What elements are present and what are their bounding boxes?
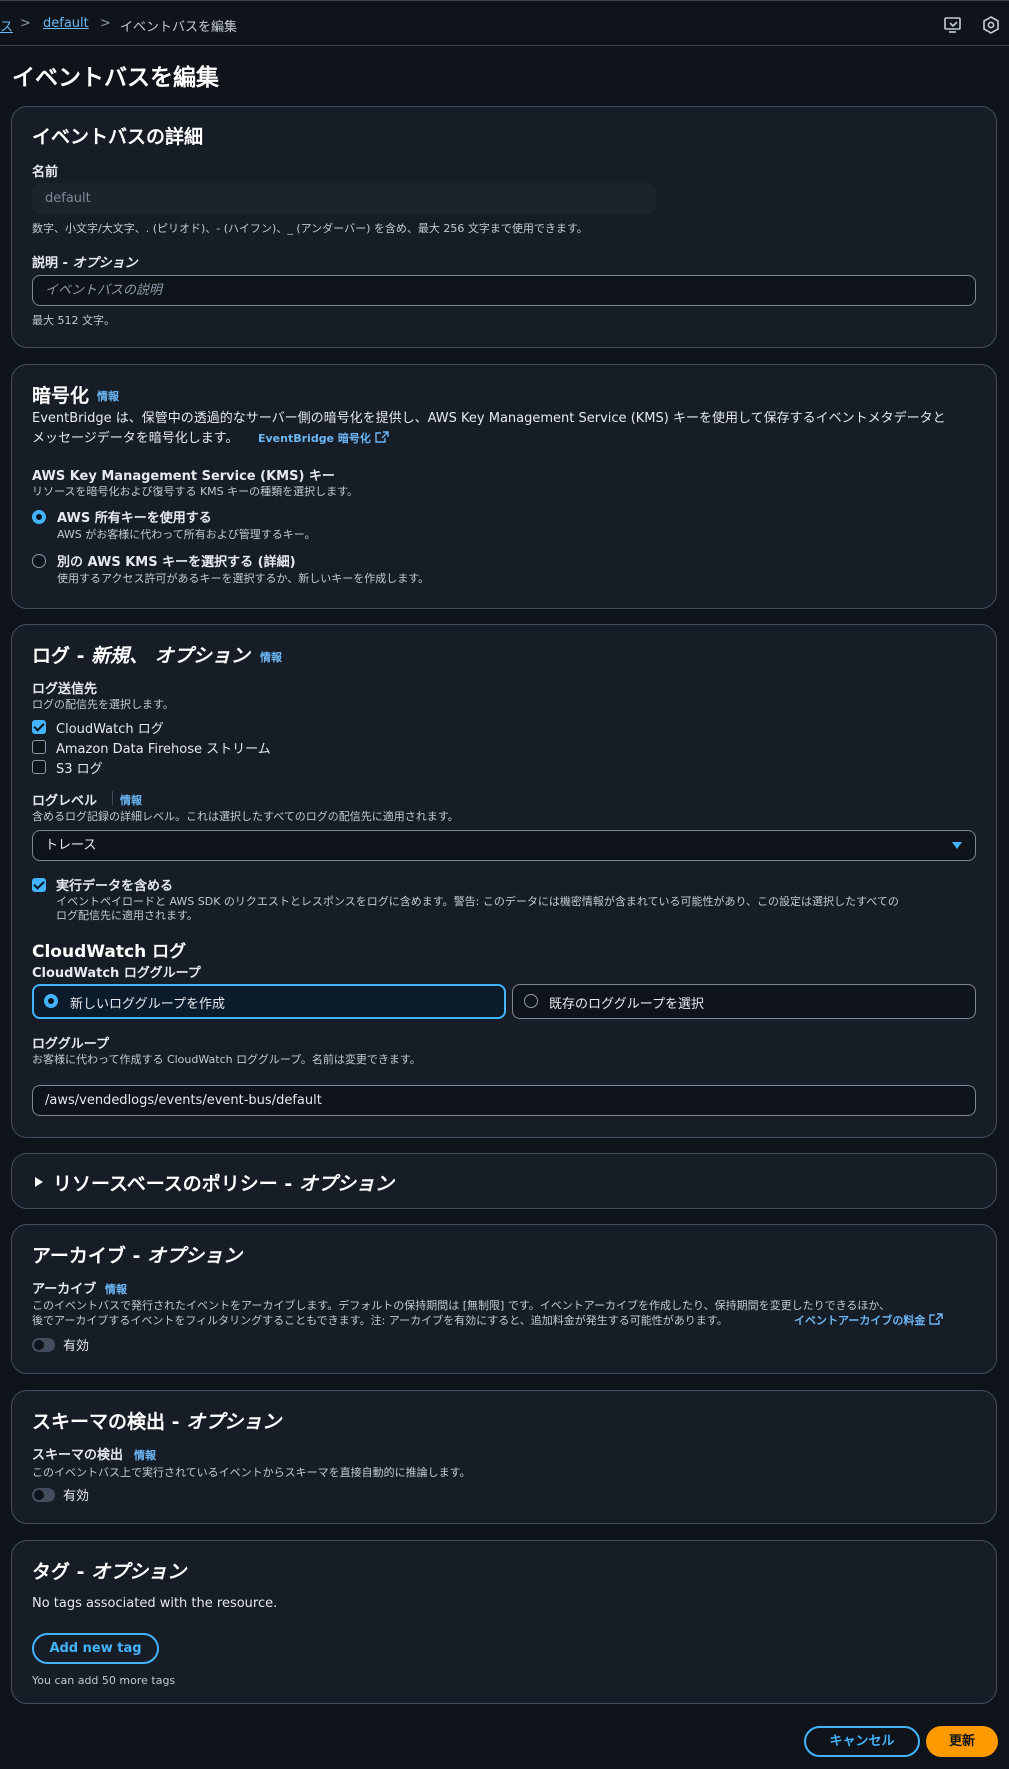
schema-discovery-panel: スキーマの検出 - オプション スキーマの検出 情報 このイベントバス上で実行さ… xyxy=(11,1390,997,1524)
archive-desc-line1: このイベントバスで発行されたイベントをアーカイブします。デフォルトの保持期間は … xyxy=(32,1299,891,1312)
archive-panel: アーカイブ - オプション アーカイブ 情報 このイベントバスで発行されたイベン… xyxy=(11,1224,997,1374)
tags-empty-text: No tags associated with the resource. xyxy=(32,1596,278,1611)
log-group-name-input[interactable]: /aws/vendedlogs/events/event-bus/default xyxy=(32,1085,976,1116)
encryption-title: 暗号化 xyxy=(32,385,90,407)
aws-owned-key-radio[interactable] xyxy=(32,510,46,524)
name-label: 名前 xyxy=(32,165,59,180)
encryption-panel: 暗号化 情報 EventBridge は、保管中の透過的なサーバー側の暗号化を提… xyxy=(11,364,997,609)
schema-enabled-label: 有効 xyxy=(63,1489,90,1504)
tags-title: タグ - オプション xyxy=(32,1561,187,1583)
divider xyxy=(112,791,113,805)
settings-hex-icon[interactable] xyxy=(981,15,1001,35)
name-hint: 数字、小文字/大文字、. (ピリオド)、- (ハイフン)、_ (アンダーバー) … xyxy=(32,222,588,235)
page-title: イベントバスを編集 xyxy=(12,65,219,91)
customer-kms-key-desc: 使用するアクセス許可があるキーを選択するか、新しいキーを作成します。 xyxy=(57,572,430,585)
breadcrumb-current: イベントバスを編集 xyxy=(120,20,238,35)
external-link-icon xyxy=(929,1313,943,1325)
cloudwatch-logs-label[interactable]: CloudWatch ログ xyxy=(56,718,164,737)
encryption-info-link[interactable]: 情報 xyxy=(97,388,119,404)
description-hint: 最大 512 文字。 xyxy=(32,314,115,327)
logs-info-link[interactable]: 情報 xyxy=(260,649,282,665)
include-execution-data-checkbox[interactable] xyxy=(32,878,46,892)
create-new-log-group-label: 新しいロググループを作成 xyxy=(70,997,225,1012)
aws-owned-key-desc: AWS がお客様に代わって所有および管理するキー。 xyxy=(57,528,316,541)
top-bar: ス > default > イベントバスを編集 xyxy=(0,0,1009,46)
firehose-label[interactable]: Amazon Data Firehose ストリーム xyxy=(56,738,271,757)
details-title: イベントバスの詳細 xyxy=(32,126,204,148)
encryption-text-line2: メッセージデータを暗号化します。 xyxy=(32,431,239,446)
add-new-tag-button[interactable]: Add new tag xyxy=(32,1633,159,1664)
breadcrumb-separator: > xyxy=(100,16,111,31)
choose-existing-log-group-label: 既存のロググループを選択 xyxy=(549,997,704,1012)
update-button[interactable]: 更新 xyxy=(926,1726,998,1757)
encryption-doc-link[interactable]: EventBridge 暗号化 xyxy=(258,430,389,446)
cloudwatch-logs-checkbox[interactable] xyxy=(32,720,46,734)
schema-title: スキーマの検出 - オプション xyxy=(32,1411,282,1433)
log-level-label: ログレベル xyxy=(32,794,98,809)
schema-discovery-label: スキーマの検出 xyxy=(32,1448,124,1463)
details-panel: イベントバスの詳細 名前 default 数字、小文字/大文字、. (ピリオド)… xyxy=(11,106,997,348)
encryption-text-line1: EventBridge は、保管中の透過的なサーバー側の暗号化を提供し、AWS … xyxy=(32,411,946,426)
archive-pricing-link[interactable]: イベントアーカイブの料金 xyxy=(794,1312,943,1328)
logs-panel: ログ - 新規、 オプション 情報 ログ送信先 ログの配信先を選択します。 Cl… xyxy=(11,624,997,1138)
schema-desc: このイベントバス上で実行されているイベントからスキーマを直接自動的に推論します。 xyxy=(32,1466,471,1479)
log-group-desc: お客様に代わって作成する CloudWatch ロググループ。名前は変更できます… xyxy=(32,1053,421,1066)
archive-label: アーカイブ xyxy=(32,1282,97,1297)
description-input[interactable]: イベントバスの説明 xyxy=(32,275,976,306)
log-level-value: トレース xyxy=(45,838,97,853)
archive-title: アーカイブ - オプション xyxy=(32,1245,242,1267)
logs-title: ログ - 新規、 オプション xyxy=(32,645,250,667)
external-link-icon xyxy=(375,431,389,443)
tags-hint: You can add 50 more tags xyxy=(32,1674,176,1687)
aws-owned-key-label[interactable]: AWS 所有キーを使用する xyxy=(57,507,212,526)
archive-info-link[interactable]: 情報 xyxy=(105,1281,127,1297)
log-destination-desc: ログの配信先を選択します。 xyxy=(32,698,174,711)
breadcrumb-separator: > xyxy=(20,16,31,31)
kms-label: AWS Key Management Service (KMS) キー xyxy=(32,469,335,484)
cloudwatch-log-group-label: CloudWatch ロググループ xyxy=(32,966,201,981)
log-level-info-link[interactable]: 情報 xyxy=(120,792,142,808)
log-group-label: ロググループ xyxy=(32,1037,109,1052)
resource-policy-title[interactable]: リソースベースのポリシー - オプション xyxy=(53,1169,394,1196)
description-label: 説明 - オプション xyxy=(32,256,138,271)
cancel-button[interactable]: キャンセル xyxy=(804,1726,920,1757)
create-new-log-group-radio[interactable] xyxy=(44,994,58,1008)
log-destination-label: ログ送信先 xyxy=(32,682,98,697)
choose-existing-log-group-tile[interactable]: 既存のロググループを選択 xyxy=(512,984,976,1019)
archive-enabled-label: 有効 xyxy=(63,1339,90,1354)
firehose-checkbox[interactable] xyxy=(32,740,46,754)
schema-info-link[interactable]: 情報 xyxy=(134,1447,156,1463)
include-execution-data-label[interactable]: 実行データを含める xyxy=(56,875,173,894)
breadcrumb-default-link[interactable]: default xyxy=(43,16,89,31)
archive-enabled-toggle[interactable] xyxy=(32,1338,55,1352)
create-new-log-group-tile[interactable]: 新しいロググループを作成 xyxy=(32,984,506,1019)
screen-capture-icon[interactable] xyxy=(943,15,963,35)
caret-down-icon xyxy=(952,842,962,849)
s3-logs-label[interactable]: S3 ログ xyxy=(56,758,103,777)
schema-enabled-toggle[interactable] xyxy=(32,1488,55,1502)
tags-panel: タグ - オプション No tags associated with the r… xyxy=(11,1540,997,1704)
customer-kms-key-label[interactable]: 別の AWS KMS キーを選択する (詳細) xyxy=(57,551,296,570)
choose-existing-log-group-radio[interactable] xyxy=(524,994,538,1008)
kms-description: リソースを暗号化および復号する KMS キーの種類を選択します。 xyxy=(32,485,359,498)
s3-logs-checkbox[interactable] xyxy=(32,760,46,774)
log-level-select[interactable]: トレース xyxy=(32,830,976,861)
resource-policy-panel[interactable]: リソースベースのポリシー - オプション xyxy=(11,1153,997,1209)
include-execution-data-desc2: ログ配信先に適用されます。 xyxy=(56,909,198,922)
archive-desc-line2: 後でアーカイブするイベントをフィルタリングすることもできます。注: アーカイブを… xyxy=(32,1314,728,1327)
log-level-desc: 含めるログ記録の詳細レベル。これは選択したすべてのログの配信先に適用されます。 xyxy=(32,810,459,823)
cloudwatch-logs-title: CloudWatch ログ xyxy=(32,942,187,962)
breadcrumb-prev-link[interactable]: ス xyxy=(0,16,13,35)
caret-right-icon xyxy=(35,1177,43,1187)
name-field: default xyxy=(32,183,656,214)
customer-kms-key-radio[interactable] xyxy=(32,554,46,568)
